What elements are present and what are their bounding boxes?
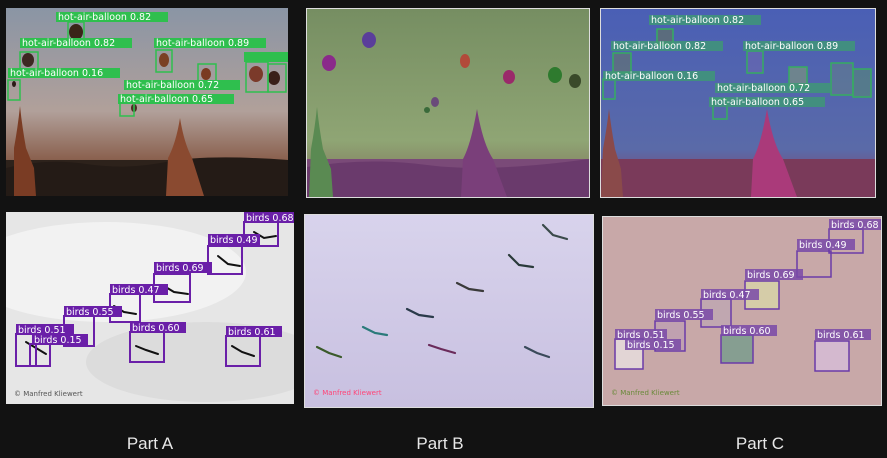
svg-text:birds 0.47: birds 0.47 bbox=[112, 285, 160, 296]
svg-text:birds 0.55: birds 0.55 bbox=[66, 307, 114, 318]
svg-text:hot-air-balloon 0.82: hot-air-balloon 0.82 bbox=[651, 15, 744, 26]
panel-a-birds: birds 0.68 birds 0.49 birds 0.69 birds 0… bbox=[6, 212, 294, 404]
svg-text:birds 0.15: birds 0.15 bbox=[34, 335, 82, 346]
svg-text:birds 0.49: birds 0.49 bbox=[799, 240, 847, 251]
panel-c-balloons: hot-air-balloon 0.82 hot-air-balloon 0.8… bbox=[600, 8, 876, 198]
balloon-overlay-image: hot-air-balloon 0.82 hot-air-balloon 0.8… bbox=[601, 9, 875, 197]
caption-part-b: Part B bbox=[416, 434, 464, 453]
svg-text:birds 0.60: birds 0.60 bbox=[132, 323, 180, 334]
svg-text:birds 0.61: birds 0.61 bbox=[817, 330, 865, 341]
bird-overlay-image: birds 0.68 birds 0.49 birds 0.69 birds 0… bbox=[603, 217, 881, 405]
panel-b-birds: © Manfred Kliewert bbox=[304, 214, 594, 408]
svg-text:birds 0.68: birds 0.68 bbox=[246, 213, 294, 224]
balloon-input-image bbox=[307, 9, 589, 197]
svg-text:hot-air-balloon 0.82: hot-air-balloon 0.82 bbox=[58, 12, 151, 23]
svg-text:© Manfred Kliewert: © Manfred Kliewert bbox=[611, 389, 680, 397]
svg-text:hot-air-balloon 0.72: hot-air-balloon 0.72 bbox=[717, 83, 810, 94]
watermark: © Manfred Kliewert bbox=[14, 390, 83, 398]
svg-text:birds 0.60: birds 0.60 bbox=[723, 326, 771, 337]
svg-text:hot-air-balloon 0.65: hot-air-balloon 0.65 bbox=[120, 94, 213, 105]
bird-detection-image: birds 0.68 birds 0.49 birds 0.69 birds 0… bbox=[6, 212, 294, 404]
svg-text:birds 0.47: birds 0.47 bbox=[703, 290, 751, 301]
panel-b-balloons bbox=[306, 8, 590, 198]
svg-text:birds 0.55: birds 0.55 bbox=[657, 310, 705, 321]
svg-text:hot-air-balloon 0.65: hot-air-balloon 0.65 bbox=[711, 97, 804, 108]
caption-part-a: Part A bbox=[126, 434, 174, 453]
svg-text:hot-air-balloon 0.16: hot-air-balloon 0.16 bbox=[10, 68, 103, 79]
svg-text:birds 0.15: birds 0.15 bbox=[627, 340, 675, 351]
svg-text:birds 0.61: birds 0.61 bbox=[228, 327, 276, 338]
svg-text:hot-air-balloon 0.82: hot-air-balloon 0.82 bbox=[22, 38, 115, 49]
svg-text:birds 0.68: birds 0.68 bbox=[831, 220, 879, 231]
panel-c-birds: birds 0.68 birds 0.49 birds 0.69 birds 0… bbox=[602, 216, 882, 406]
caption-part-c: Part C bbox=[735, 434, 785, 453]
svg-text:hot-air-balloon 0.89: hot-air-balloon 0.89 bbox=[745, 41, 838, 52]
svg-text:hot-air-balloon 0.72: hot-air-balloon 0.72 bbox=[126, 80, 219, 91]
balloon-detection-image: hot-air-balloon 0.82 hot-air-balloon 0.8… bbox=[6, 8, 288, 196]
svg-text:hot-air-balloon 0.82: hot-air-balloon 0.82 bbox=[613, 41, 706, 52]
bird-input-image: © Manfred Kliewert bbox=[305, 215, 593, 407]
svg-text:birds 0.69: birds 0.69 bbox=[156, 263, 204, 274]
svg-text:© Manfred Kliewert: © Manfred Kliewert bbox=[313, 389, 382, 397]
svg-text:birds 0.49: birds 0.49 bbox=[210, 235, 258, 246]
panel-a-balloons: hot-air-balloon 0.82 hot-air-balloon 0.8… bbox=[6, 8, 288, 196]
svg-text:hot-air-balloon 0.89: hot-air-balloon 0.89 bbox=[156, 38, 249, 49]
svg-text:birds 0.69: birds 0.69 bbox=[747, 270, 795, 281]
svg-text:hot-air-balloon 0.16: hot-air-balloon 0.16 bbox=[605, 71, 698, 82]
